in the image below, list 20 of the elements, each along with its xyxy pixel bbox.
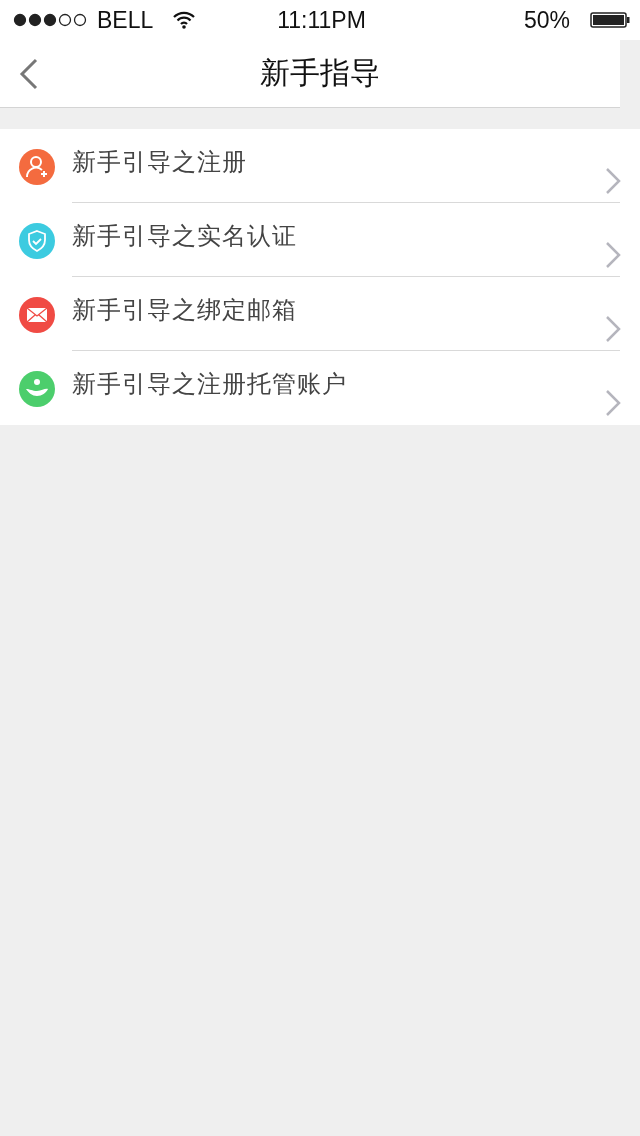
guide-item[interactable]: 新手引导之注册托管账户 — [0, 351, 640, 425]
chevron-icon — [605, 315, 621, 343]
carrier-name: BELL — [97, 6, 154, 34]
signal-icon — [13, 13, 89, 27]
item-label: 新手引导之实名认证 — [72, 220, 297, 251]
item-label: 新手引导之注册托管账户 — [72, 369, 347, 399]
item-label: 新手引导之绑定邮箱 — [72, 294, 297, 325]
battery-percentage: 50% — [523, 6, 570, 34]
back-icon[interactable] — [18, 58, 40, 90]
battery-icon — [590, 12, 630, 28]
chevron-icon — [605, 389, 621, 417]
clock-time: 11:11PM — [277, 6, 366, 34]
guide-item[interactable]: 新手引导之注册 — [0, 129, 640, 203]
chevron-icon — [605, 241, 621, 269]
item-label: 新手引导之注册 — [72, 146, 247, 177]
page-title: 新手指导 — [260, 55, 380, 91]
wifi-icon — [173, 11, 196, 29]
chevron-icon — [605, 167, 621, 195]
guide-item[interactable]: 新手引导之绑定邮箱 — [0, 277, 640, 351]
guide-item[interactable]: 新手引导之实名认证 — [0, 203, 640, 277]
